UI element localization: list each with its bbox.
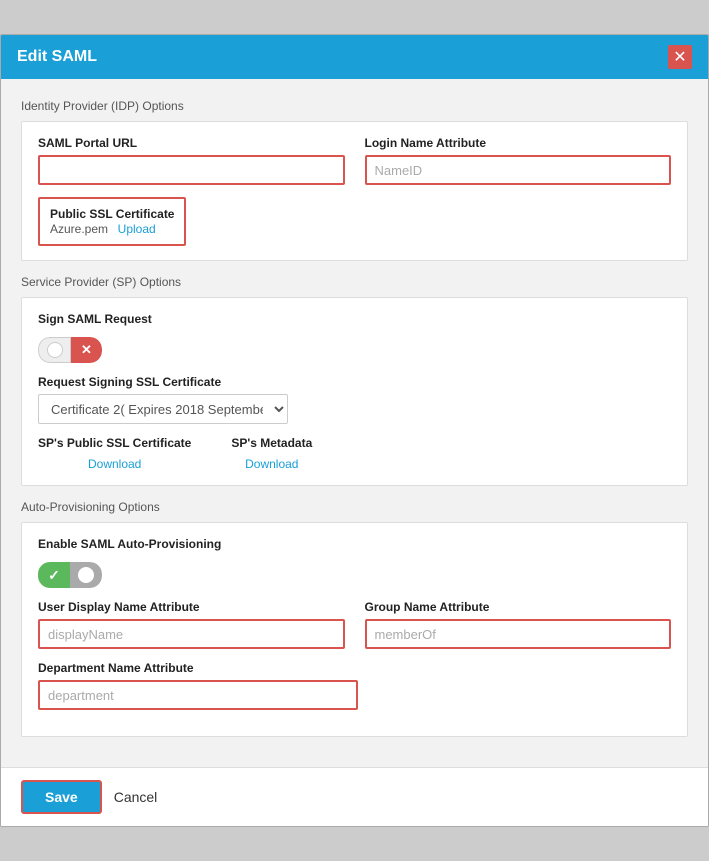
department-name-input[interactable] bbox=[38, 680, 358, 710]
user-display-name-label: User Display Name Attribute bbox=[38, 600, 345, 614]
login-name-attr-label: Login Name Attribute bbox=[365, 136, 672, 150]
sp-public-ssl-group: SP's Public SSL Certificate Download bbox=[38, 436, 191, 471]
modal-footer: Save Cancel bbox=[1, 767, 708, 826]
group-name-label: Group Name Attribute bbox=[365, 600, 672, 614]
enable-auto-prov-label: Enable SAML Auto-Provisioning bbox=[38, 537, 671, 551]
login-name-attr-input[interactable] bbox=[365, 155, 672, 185]
edit-saml-modal: Edit SAML ✕ Identity Provider (IDP) Opti… bbox=[0, 34, 709, 827]
department-name-row: Department Name Attribute bbox=[38, 661, 671, 710]
public-ssl-cert-label: Public SSL Certificate bbox=[50, 207, 174, 221]
sign-toggle-on-part: ✕ bbox=[71, 337, 102, 363]
ssl-cert-filename: Azure.pem bbox=[50, 222, 108, 236]
sign-saml-toggle[interactable]: ✕ bbox=[38, 337, 102, 363]
modal-title: Edit SAML bbox=[17, 48, 97, 66]
sp-links-row: SP's Public SSL Certificate Download SP'… bbox=[38, 436, 671, 471]
department-name-group: Department Name Attribute bbox=[38, 661, 358, 710]
saml-portal-url-label: SAML Portal URL bbox=[38, 136, 345, 150]
auto-prov-section-box: Enable SAML Auto-Provisioning ✓ User Dis… bbox=[21, 522, 688, 737]
group-name-group: Group Name Attribute bbox=[365, 600, 672, 649]
login-name-attr-group: Login Name Attribute bbox=[365, 136, 672, 185]
sp-public-ssl-download-button[interactable]: Download bbox=[38, 457, 191, 471]
saml-portal-url-input[interactable] bbox=[38, 155, 345, 185]
department-name-label: Department Name Attribute bbox=[38, 661, 358, 675]
sp-metadata-download-button[interactable]: Download bbox=[231, 457, 312, 471]
auto-prov-section-label: Auto-Provisioning Options bbox=[21, 500, 688, 514]
idp-section-label: Identity Provider (IDP) Options bbox=[21, 99, 688, 113]
save-button[interactable]: Save bbox=[21, 780, 102, 814]
modal-header: Edit SAML ✕ bbox=[1, 35, 708, 79]
enable-auto-prov-toggle[interactable]: ✓ bbox=[38, 562, 102, 588]
ssl-cert-upload-button[interactable]: Upload bbox=[118, 222, 156, 236]
sp-metadata-label: SP's Metadata bbox=[231, 436, 312, 450]
sp-public-ssl-label: SP's Public SSL Certificate bbox=[38, 436, 191, 450]
sign-saml-group: Sign SAML Request ✕ bbox=[38, 312, 671, 363]
sign-toggle-off-part bbox=[38, 337, 71, 363]
cancel-button[interactable]: Cancel bbox=[114, 789, 158, 805]
idp-top-row: SAML Portal URL Login Name Attribute bbox=[38, 136, 671, 185]
toggle-gray-part bbox=[70, 562, 102, 588]
group-name-input[interactable] bbox=[365, 619, 672, 649]
auto-prov-attr-row: User Display Name Attribute Group Name A… bbox=[38, 600, 671, 649]
sp-metadata-group: SP's Metadata Download bbox=[231, 436, 312, 471]
request-signing-group: Request Signing SSL Certificate Certific… bbox=[38, 375, 671, 424]
enable-auto-prov-group: Enable SAML Auto-Provisioning ✓ bbox=[38, 537, 671, 588]
user-display-name-group: User Display Name Attribute bbox=[38, 600, 345, 649]
request-signing-select[interactable]: Certificate 2( Expires 2018 September ) bbox=[38, 394, 288, 424]
sign-saml-label: Sign SAML Request bbox=[38, 312, 671, 326]
modal-close-button[interactable]: ✕ bbox=[668, 45, 692, 69]
request-signing-label: Request Signing SSL Certificate bbox=[38, 375, 671, 389]
saml-portal-url-group: SAML Portal URL bbox=[38, 136, 345, 185]
modal-body: Identity Provider (IDP) Options SAML Por… bbox=[1, 79, 708, 767]
public-ssl-cert-box: Public SSL Certificate Azure.pem Upload bbox=[38, 197, 186, 246]
sp-section-box: Sign SAML Request ✕ Request Signing SSL … bbox=[21, 297, 688, 486]
user-display-name-input[interactable] bbox=[38, 619, 345, 649]
idp-section-box: SAML Portal URL Login Name Attribute Pub… bbox=[21, 121, 688, 261]
sp-section-label: Service Provider (SP) Options bbox=[21, 275, 688, 289]
toggle-green-part: ✓ bbox=[38, 562, 70, 588]
ssl-cert-file-row: Azure.pem Upload bbox=[50, 221, 174, 236]
